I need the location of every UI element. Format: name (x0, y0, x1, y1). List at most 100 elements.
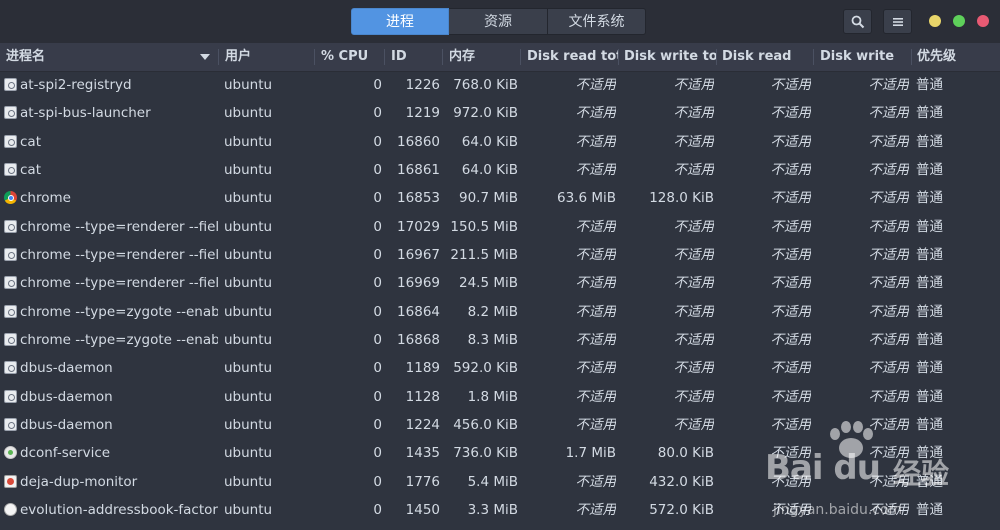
cell-cpu: 0 (373, 162, 382, 179)
column-header-cpu[interactable]: % CPU (321, 43, 381, 71)
tab-file-systems[interactable]: 文件系统 (548, 8, 646, 35)
cell-disk-write: 不适用 (868, 190, 910, 207)
table-row[interactable]: dbus-daemon ubuntu 0 1128 1.8 MiB 不适用 不适用 不适用 不适… (0, 383, 1000, 411)
cell-disk-read-total: 1.7 MiB (565, 445, 616, 462)
cell-id: 16861 (397, 162, 440, 179)
cell-priority: 普通 (916, 303, 943, 320)
cell-user: ubuntu (224, 190, 273, 207)
column-header-disk-read[interactable]: Disk read (722, 43, 812, 71)
cell-priority: 普通 (916, 417, 943, 434)
cell-disk-write-total: 不适用 (673, 303, 715, 320)
column-header-priority[interactable]: 优先级 (917, 43, 987, 71)
cell-disk-read: 不适用 (770, 473, 812, 490)
cell-process-name: cat (20, 133, 41, 150)
view-switcher: 进程 资源 文件系统 (351, 8, 646, 35)
column-header-id[interactable]: ID (391, 43, 439, 71)
table-row[interactable]: cat ubuntu 0 16861 64.0 KiB 不适用 不适用 不适用 不适用 普通 (0, 156, 1000, 184)
column-header-disk-read-total[interactable]: Disk read tot (527, 43, 619, 71)
header-bar: 进程 资源 文件系统 (0, 0, 1000, 44)
cell-disk-write: 不适用 (868, 275, 910, 292)
menu-button[interactable] (883, 9, 912, 34)
table-row[interactable]: chrome --type=zygote --enable-ubuntu 0 168… (0, 326, 1000, 354)
cell-priority: 普通 (916, 275, 943, 292)
cell-user: ubuntu (224, 162, 273, 179)
cell-disk-read-total: 不适用 (575, 332, 617, 349)
cell-disk-write: 不适用 (868, 417, 910, 434)
column-header-disk-write-total[interactable]: Disk write to (624, 43, 716, 71)
process-icon (4, 361, 17, 375)
cell-disk-write-total: 不适用 (673, 417, 715, 434)
cell-disk-read-total: 不适用 (575, 388, 617, 405)
column-header-user[interactable]: 用户 (225, 43, 305, 71)
cell-id: 1226 (405, 77, 440, 93)
cell-disk-write-total: 不适用 (673, 332, 715, 349)
process-icon (4, 418, 17, 432)
cell-disk-read: 不适用 (770, 133, 812, 150)
cell-priority: 普通 (916, 388, 943, 405)
cell-disk-write-total: 不适用 (673, 247, 715, 264)
table-row[interactable]: at-spi-bus-launcher ubuntu 0 1219 972.0 KiB 不… (0, 99, 1000, 127)
tab-processes[interactable]: 进程 (351, 8, 449, 35)
cell-disk-write-total: 432.0 KiB (649, 473, 714, 490)
cell-user: ubuntu (224, 332, 273, 349)
minimize-button[interactable] (929, 15, 941, 27)
cell-id: 1776 (405, 473, 440, 490)
column-divider[interactable] (716, 49, 717, 65)
cell-cpu: 0 (373, 190, 382, 207)
table-row[interactable]: dbus-daemon ubuntu 0 1224 456.0 KiB 不适用 不适用 不适用… (0, 411, 1000, 439)
column-divider[interactable] (314, 49, 315, 65)
cell-id: 1450 (405, 502, 440, 519)
column-header-memory[interactable]: 内存 (449, 43, 517, 71)
column-divider[interactable] (520, 49, 521, 65)
cell-process-name: at-spi2-registryd (20, 77, 132, 93)
table-row[interactable]: chrome --type=zygote --enable-ubuntu 0 168… (0, 298, 1000, 326)
cell-memory: 8.3 MiB (467, 332, 518, 349)
table-row[interactable]: cat ubuntu 0 16860 64.0 KiB 不适用 不适用 不适用 不适用 普通 (0, 128, 1000, 156)
column-divider[interactable] (813, 49, 814, 65)
column-header-disk-write[interactable]: Disk write (820, 43, 910, 71)
table-row[interactable]: chrome --type=renderer --field-ubuntu 0 16… (0, 241, 1000, 269)
close-button[interactable] (977, 15, 989, 27)
cell-id: 16969 (397, 275, 440, 292)
cell-memory: 90.7 MiB (458, 190, 518, 207)
column-divider[interactable] (384, 49, 385, 65)
column-divider[interactable] (442, 49, 443, 65)
cell-disk-read-total: 不适用 (575, 133, 617, 150)
cell-cpu: 0 (373, 275, 382, 292)
cell-disk-read: 不适用 (770, 77, 812, 93)
cell-cpu: 0 (373, 105, 382, 122)
table-row[interactable]: deja-dup-monitor ubuntu 0 1776 5.4 MiB 不适用 432… (0, 468, 1000, 496)
cell-process-name: chrome --type=renderer --field- (20, 247, 218, 264)
table-row[interactable]: chrome --type=renderer --field-ubuntu 0 16… (0, 269, 1000, 297)
table-row[interactable]: dbus-daemon ubuntu 0 1189 592.0 KiB 不适用 不适用 不适用… (0, 354, 1000, 382)
column-header-process-name[interactable]: 进程名 (6, 43, 196, 71)
column-divider[interactable] (911, 49, 912, 65)
column-divider[interactable] (218, 49, 219, 65)
table-row[interactable]: chrome --type=renderer --field-ubuntu 0 17… (0, 213, 1000, 241)
cell-disk-read-total: 不适用 (575, 77, 617, 93)
cell-id: 16868 (397, 332, 440, 349)
cell-priority: 普通 (916, 77, 943, 93)
cell-cpu: 0 (373, 303, 382, 320)
table-row[interactable]: evolution-addressbook-factor ubuntu 0 1450 3… (0, 496, 1000, 524)
cell-id: 1128 (405, 388, 440, 405)
process-icon (4, 389, 17, 403)
cell-memory: 64.0 KiB (461, 162, 518, 179)
table-row[interactable]: dconf-service ubuntu 0 1435 736.0 KiB 1.7 MiB… (0, 439, 1000, 467)
cell-disk-read-total: 不适用 (575, 473, 617, 490)
table-row[interactable]: chrome ubuntu 0 16853 90.7 MiB 63.6 MiB 128.0 … (0, 184, 1000, 212)
cell-disk-write-total: 不适用 (673, 388, 715, 405)
column-divider[interactable] (618, 49, 619, 65)
cell-process-name: chrome (20, 190, 71, 207)
cell-disk-write-total: 128.0 KiB (649, 190, 714, 207)
cell-process-name: deja-dup-monitor (20, 473, 138, 490)
cell-disk-write: 不适用 (868, 133, 910, 150)
cell-memory: 64.0 KiB (461, 133, 518, 150)
tab-resources[interactable]: 资源 (449, 8, 548, 35)
search-button[interactable] (843, 9, 872, 34)
process-icon (4, 503, 17, 517)
cell-disk-read: 不适用 (770, 417, 812, 434)
cell-id: 1435 (405, 445, 440, 462)
maximize-button[interactable] (953, 15, 965, 27)
table-row[interactable]: at-spi2-registryd ubuntu 0 1226 768.0 KiB 不适用… (0, 71, 1000, 99)
